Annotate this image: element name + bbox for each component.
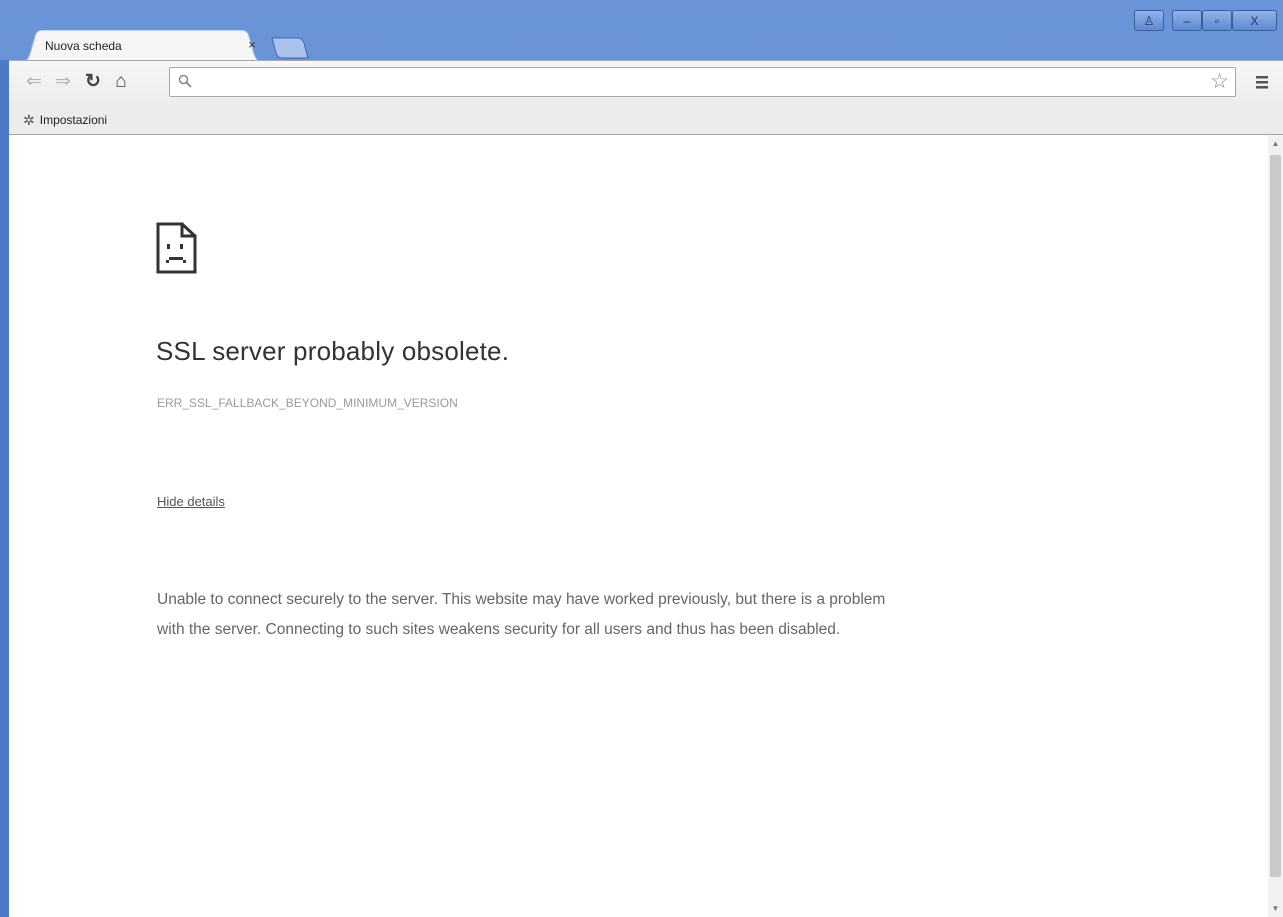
maximize-icon: ▫ [1214,14,1220,28]
sad-page-icon [156,222,197,274]
menu-icon[interactable] [1252,71,1272,93]
minimize-button[interactable]: – [1172,10,1202,31]
minimize-icon: – [1183,14,1191,28]
bookmark-star-icon[interactable]: ☆ [1210,70,1229,94]
tab-nuova-scheda[interactable]: Nuova scheda × [19,30,265,62]
address-input[interactable] [200,72,1204,94]
vertical-scrollbar[interactable]: ▲ ▼ [1268,135,1283,917]
scrollbar-thumb[interactable] [1270,155,1281,877]
close-icon: X [1250,14,1259,28]
error-description: Unable to connect securely to the server… [157,591,886,638]
hide-details-link[interactable]: Hide details [157,494,225,509]
bookmark-impostazioni[interactable]: ✲ Impostazioni [23,111,107,129]
profile-button[interactable]: ♙ [1134,10,1164,31]
bookmark-label: Impostazioni [39,113,108,127]
bookmarks-bar: ✲ Impostazioni [9,106,1283,135]
reload-icon[interactable]: ↻ [82,71,104,93]
tab-title: Nuova scheda [45,39,122,53]
close-window-button[interactable]: X [1232,10,1277,31]
error-title: SSL server probably obsolete. [156,336,510,366]
gear-icon: ✲ [23,111,35,128]
new-tab-button[interactable] [270,36,310,60]
tab-strip: Nuova scheda × ♙ – ▫ X [0,0,1283,62]
error-code: ERR_SSL_FALLBACK_BEYOND_MINIMUM_VERSION [157,396,458,410]
home-icon[interactable]: ⌂ [110,71,132,93]
search-icon [178,74,192,88]
browser-toolbar: ⇐ ⇒ ↻ ⌂ ☆ [9,60,1283,107]
forward-arrow-icon[interactable]: ⇒ [52,71,74,93]
omnibox[interactable]: ☆ [169,67,1236,97]
window-frame-left [0,60,9,917]
scroll-up-icon[interactable]: ▲ [1268,135,1283,152]
page-content: SSL server probably obsolete. ERR_SSL_FA… [9,135,1268,917]
user-icon: ♙ [1143,14,1155,28]
maximize-button[interactable]: ▫ [1202,10,1232,31]
back-arrow-icon[interactable]: ⇐ [23,71,45,93]
tab-close-icon[interactable]: × [245,38,259,52]
scroll-down-icon[interactable]: ▼ [1268,900,1283,917]
